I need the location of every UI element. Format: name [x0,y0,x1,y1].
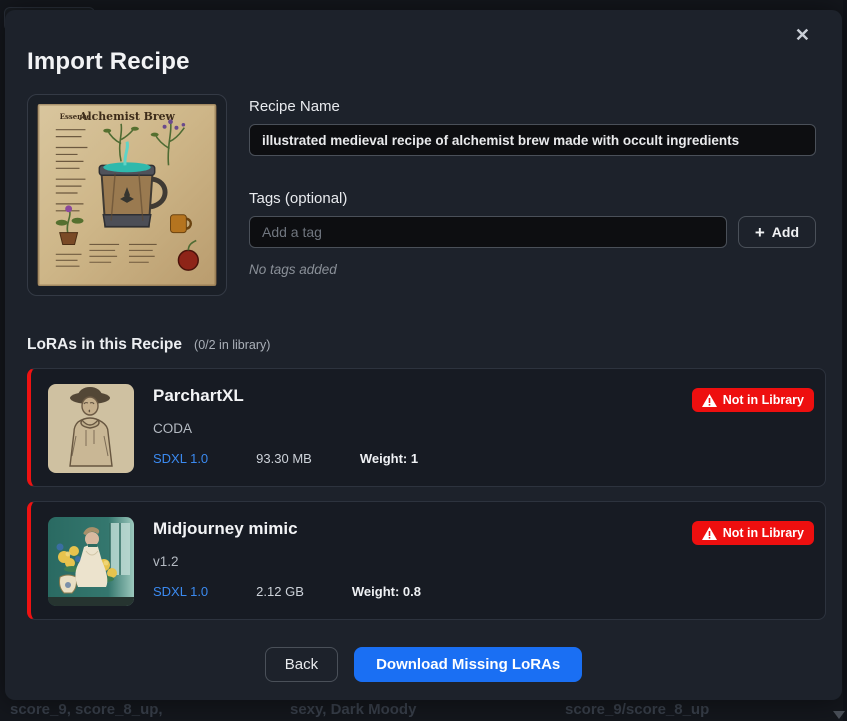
lora-file-size: 2.12 GB [256,584,304,599]
lora-name: Midjourney mimic [153,519,421,539]
lora-weight: Weight: 0.8 [352,584,421,599]
lora-card: Midjourney mimic v1.2 SDXL 1.0 2.12 GB W… [27,501,826,620]
base-model-label: SDXL 1.0 [153,584,208,599]
warning-icon [702,394,717,407]
svg-text:Essence: Essence [60,113,92,121]
lora-version: CODA [153,421,418,436]
lora-card: ParchartXL CODA SDXL 1.0 93.30 MB Weight… [27,368,826,487]
recipe-form: Recipe Name Tags (optional) + Add No tag… [249,94,826,296]
not-in-library-badge: Not in Library [692,388,814,412]
lora-file-size: 93.30 MB [256,451,312,466]
lora-name: ParchartXL [153,386,418,406]
lora-weight: Weight: 1 [360,451,418,466]
back-button[interactable]: Back [265,647,338,682]
tag-input[interactable] [249,216,727,248]
modal-footer: Back Download Missing LoRAs [21,647,826,682]
page-title: Import Recipe [27,48,826,76]
not-in-library-label: Not in Library [723,526,804,540]
sketch-portrait-illustration [48,384,134,473]
lora-thumbnail [48,517,134,606]
import-recipe-modal: ✕ Import Recipe Alchemist Brew Essence [5,10,842,700]
plus-icon: + [755,224,765,241]
add-tag-button[interactable]: + Add [738,216,816,248]
background-prompt-text: score_9/score_8_up [565,701,709,718]
download-missing-loras-button[interactable]: Download Missing LoRAs [354,647,582,682]
lora-version: v1.2 [153,554,421,569]
background-prompt-text: score_9, score_8_up, [10,701,163,718]
warning-icon [702,527,717,540]
loras-heading: LoRAs in this Recipe [27,336,182,354]
add-tag-label: Add [772,224,799,240]
lora-info: ParchartXL CODA SDXL 1.0 93.30 MB Weight… [153,384,418,472]
recipe-header-row: Alchemist Brew Essence [27,94,826,296]
not-in-library-badge: Not in Library [692,521,814,545]
loras-library-count: (0/2 in library) [194,338,270,352]
close-icon[interactable]: ✕ [791,22,814,48]
loras-section-header: LoRAs in this Recipe (0/2 in library) [27,336,826,354]
svg-text:Alchemist Brew: Alchemist Brew [78,110,175,123]
base-model-label: SDXL 1.0 [153,451,208,466]
recipe-name-label: Recipe Name [249,98,816,115]
not-in-library-label: Not in Library [723,393,804,407]
lora-info: Midjourney mimic v1.2 SDXL 1.0 2.12 GB W… [153,517,421,605]
alchemist-brew-illustration: Alchemist Brew Essence [37,104,217,286]
page-scrollbar-track [843,0,847,721]
recipe-name-input[interactable] [249,124,816,156]
painterly-portrait-illustration [48,517,134,606]
lora-thumbnail [48,384,134,473]
no-tags-text: No tags added [249,262,816,277]
background-prompt-text: sexy, Dark Moody [290,701,416,718]
scrollbar-arrow-icon [833,711,845,719]
tags-label: Tags (optional) [249,190,816,207]
recipe-thumbnail: Alchemist Brew Essence [27,94,227,296]
